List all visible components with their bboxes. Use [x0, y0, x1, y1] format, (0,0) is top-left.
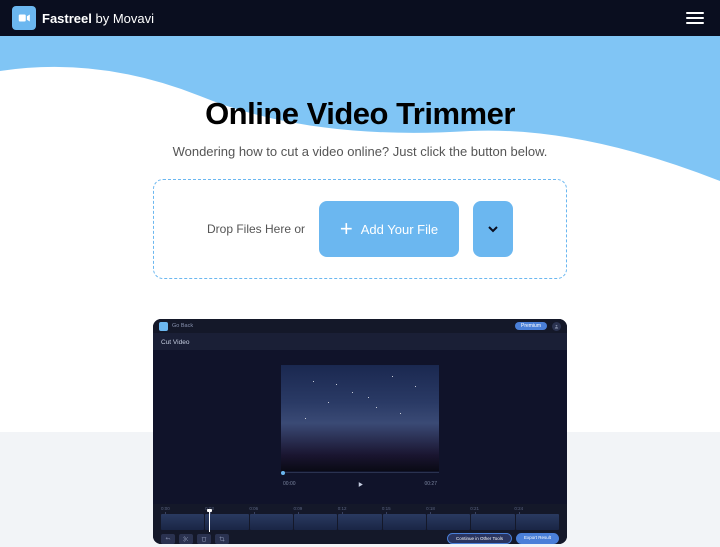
crop-button[interactable]: [215, 534, 229, 544]
continue-button[interactable]: Continue in Other Tools: [447, 533, 512, 544]
editor-preview: Go Back Premium Cut Video 00:00: [153, 319, 567, 544]
time-total: 00:27: [424, 481, 437, 487]
video-preview[interactable]: [281, 365, 439, 471]
user-avatar-icon[interactable]: [552, 322, 561, 331]
timeline-tick: 0:24: [514, 506, 523, 511]
timeline-tick: 0:09: [294, 506, 303, 511]
drop-label: Drop Files Here or: [207, 222, 305, 236]
brand-text: Fastreel by Movavi: [42, 11, 154, 26]
file-dropzone[interactable]: Drop Files Here or + Add Your File: [153, 179, 567, 279]
export-button[interactable]: Export Result: [516, 533, 559, 544]
undo-button[interactable]: [161, 534, 175, 544]
timeline-tick: 0:12: [338, 506, 347, 511]
timeline-tick: 0:00: [161, 506, 170, 511]
brand[interactable]: Fastreel by Movavi: [12, 6, 154, 30]
video-area: 00:00 00:27: [153, 350, 567, 504]
delete-button[interactable]: [197, 534, 211, 544]
hero-section: Online Video Trimmer Wondering how to cu…: [0, 36, 720, 544]
page-title: Online Video Trimmer: [0, 96, 720, 132]
add-file-button[interactable]: + Add Your File: [319, 201, 459, 257]
page-subtitle: Wondering how to cut a video online? Jus…: [0, 144, 720, 159]
plus-icon: +: [340, 216, 353, 242]
premium-badge[interactable]: Premium: [515, 322, 547, 330]
chevron-down-icon: [485, 221, 501, 237]
timeline-tick: 0:06: [249, 506, 258, 511]
timeline-playhead[interactable]: [209, 512, 210, 532]
add-file-label: Add Your File: [361, 222, 438, 237]
preview-toolbar: Go Back Premium: [153, 319, 567, 333]
play-button[interactable]: [357, 475, 364, 493]
timeline-tools: [161, 534, 229, 544]
time-current: 00:00: [283, 481, 296, 487]
timeline-track[interactable]: [161, 514, 559, 530]
timeline: 0:000:030:060:090:120:150:180:210:24 Con…: [153, 504, 567, 544]
timeline-tick: 0:18: [426, 506, 435, 511]
video-controls: 00:00 00:27: [281, 475, 439, 493]
dropdown-button[interactable]: [473, 201, 513, 257]
preview-title: Cut Video: [153, 333, 567, 350]
preview-logo-icon: [159, 322, 168, 331]
timeline-tick: 0:15: [382, 506, 391, 511]
go-back-link[interactable]: Go Back: [172, 323, 193, 329]
app-header: Fastreel by Movavi: [0, 0, 720, 36]
cut-button[interactable]: [179, 534, 193, 544]
timeline-tick: 0:21: [470, 506, 479, 511]
menu-icon[interactable]: [682, 8, 708, 28]
timeline-ruler: 0:000:030:060:090:120:150:180:210:24: [161, 506, 559, 512]
logo-icon: [12, 6, 36, 30]
